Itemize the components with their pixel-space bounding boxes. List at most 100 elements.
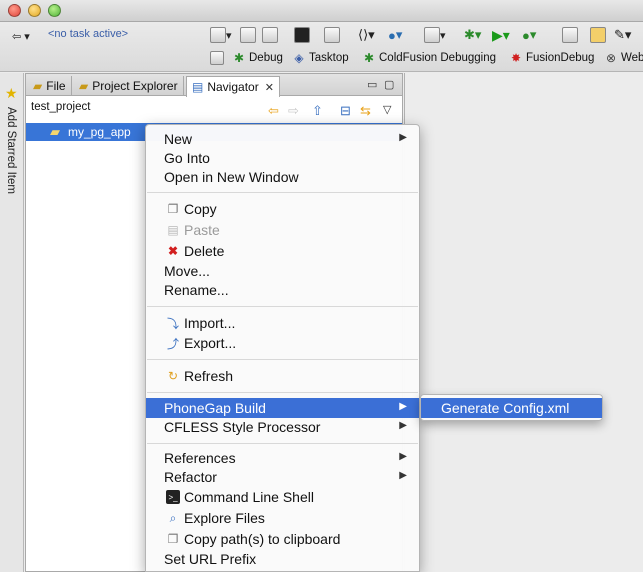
menu-item-phonegap-build[interactable]: PhoneGap Build ▶	[146, 398, 419, 418]
add-starred-item-label[interactable]: Add Starred Item	[5, 107, 17, 194]
close-tab-icon[interactable]: ✕	[265, 81, 274, 94]
task-repo-button[interactable]	[562, 26, 578, 44]
open-perspective-button[interactable]	[210, 51, 227, 65]
folder-icon: ▰	[50, 124, 60, 139]
tab-project-explorer[interactable]: ▰ Project Explorer	[74, 76, 184, 96]
run-button[interactable]: ▶ ▾	[492, 26, 510, 44]
menu-item-go-into[interactable]: Go Into	[146, 148, 419, 168]
menu-item-generate-config[interactable]: Generate Config.xml	[421, 398, 602, 418]
close-window-button[interactable]	[8, 4, 21, 17]
project-explorer-icon: ▰	[79, 79, 89, 93]
bug-icon: ✱	[363, 51, 375, 65]
cf-icon	[294, 27, 310, 43]
collapse-all-icon[interactable]: ⊟	[340, 103, 351, 119]
run-icon: ▶	[492, 26, 503, 43]
zoom-window-button[interactable]	[48, 4, 61, 17]
menu-item-label: Open in New Window	[164, 169, 299, 185]
main-toolbar: ⇦ ▾ <no task active> ▾ ⟨⟩ ▾ ● ▾ ▾ ✱ ▾ ▶ ▾ ● ▾…	[0, 22, 643, 72]
external-tools-button[interactable]: ● ▾	[522, 26, 536, 44]
perspective-label: ColdFusion Debugging	[379, 52, 496, 64]
open-folder-button[interactable]	[590, 26, 606, 44]
web-icon: ⊗	[605, 51, 617, 65]
menu-item-label: Refresh	[184, 368, 234, 384]
code-nav-button[interactable]: ⟨⟩ ▾	[358, 26, 375, 44]
menu-item-label: Command Line Shell	[184, 489, 314, 505]
menu-separator	[147, 443, 418, 444]
globe-icon: ●	[388, 27, 396, 43]
copy-icon: ❐	[167, 202, 179, 216]
perspective-fusiondebug[interactable]: ✸ FusionDebug	[509, 51, 594, 65]
maximize-view-button[interactable]: ▢	[384, 78, 394, 91]
menu-item-cfless-style-processor[interactable]: CFLESS Style Processor ▶	[146, 417, 419, 437]
menu-separator	[147, 359, 418, 360]
menu-item-label: Copy path(s) to clipboard	[184, 531, 341, 547]
pencil-icon: ✎	[614, 27, 625, 42]
task-repo-icon	[562, 27, 578, 43]
menu-item-label: PhoneGap Build	[164, 400, 266, 416]
starred-sidebar: ★ Add Starred Item	[0, 73, 24, 572]
forward-icon[interactable]: ⇨	[288, 103, 299, 119]
menu-item-export[interactable]: ⤴ Export...	[146, 333, 419, 353]
layers-button[interactable]: ▾	[424, 26, 446, 44]
menu-item-set-url-prefix[interactable]: Set URL Prefix	[146, 549, 419, 569]
perspective-label: Debug	[249, 52, 283, 64]
browser-button[interactable]	[324, 26, 340, 44]
save-icon	[240, 27, 256, 43]
perspective-switch-button[interactable]: ✎ ▾	[614, 26, 631, 44]
perspective-label: FusionDebug	[526, 52, 595, 64]
globe-button[interactable]: ● ▾	[388, 26, 402, 44]
menu-item-copy-path[interactable]: ❐ Copy path(s) to clipboard	[146, 529, 419, 549]
debug-run-button[interactable]: ✱ ▾	[464, 26, 481, 44]
tab-file[interactable]: ▰ File	[28, 76, 72, 96]
star-icon[interactable]: ★	[5, 85, 18, 102]
menu-separator	[147, 392, 418, 393]
explore-icon: ⌕	[169, 510, 177, 525]
link-editor-icon[interactable]: ⇆	[360, 103, 371, 119]
menu-item-refresh[interactable]: ↻ Refresh	[146, 366, 419, 386]
layers-icon	[424, 27, 440, 43]
minimize-window-button[interactable]	[28, 4, 41, 17]
perspective-tasktop[interactable]: ◈ Tasktop	[292, 51, 348, 65]
menu-item-label: Generate Config.xml	[441, 400, 570, 416]
menu-item-open-in-new-window[interactable]: Open in New Window	[146, 167, 419, 187]
menu-item-label: References	[164, 450, 236, 466]
save-button[interactable]	[240, 26, 256, 44]
menu-item-label: Copy	[184, 201, 217, 217]
submenu-arrow-icon: ▶	[399, 420, 407, 431]
menu-item-label: New	[164, 131, 193, 147]
menu-item-command-line-shell[interactable]: >_ Command Line Shell	[146, 487, 419, 507]
menu-item-delete[interactable]: ✖ Delete	[146, 241, 419, 261]
back-icon[interactable]: ⇦	[268, 103, 279, 119]
tab-label: Navigator	[207, 80, 259, 94]
menu-item-move[interactable]: Move...	[146, 261, 419, 281]
fusiondebug-icon: ✸	[510, 51, 522, 65]
tasktop-icon: ◈	[294, 51, 304, 65]
menu-separator	[147, 192, 418, 193]
tab-navigator[interactable]: ▤ Navigator ✕	[186, 76, 280, 97]
menu-item-copy[interactable]: ❐ Copy	[146, 199, 419, 219]
cf-button[interactable]	[294, 26, 310, 44]
menu-item-refactor[interactable]: Refactor ▶	[146, 467, 419, 487]
menu-item-paste[interactable]: ▤ Paste	[146, 220, 419, 240]
menu-item-label: Delete	[184, 243, 225, 259]
paste-icon: ▤	[167, 223, 179, 237]
task-nav-back-button[interactable]: ⇦ ▾	[12, 27, 30, 45]
view-menu-icon[interactable]: ▽	[383, 103, 391, 116]
perspective-debug[interactable]: ✱ Debug	[232, 51, 283, 65]
menu-item-new[interactable]: New ▶	[146, 129, 419, 149]
menu-item-explore-files[interactable]: ⌕ Explore Files	[146, 508, 419, 528]
task-context-label[interactable]: <no task active>	[48, 28, 128, 40]
menu-item-rename[interactable]: Rename...	[146, 280, 419, 300]
menu-item-import[interactable]: ⤵ Import...	[146, 313, 419, 333]
minimize-view-button[interactable]: ▭	[367, 78, 377, 91]
new-wizard-button[interactable]: ▾	[210, 26, 232, 44]
perspective-web[interactable]: ⊗ Web	[604, 51, 643, 65]
up-icon[interactable]: ⇧	[312, 103, 323, 119]
code-icon: ⟨⟩	[358, 27, 369, 42]
project-name: test_project	[31, 101, 91, 113]
menu-item-references[interactable]: References ▶	[146, 448, 419, 468]
view-tabs: ▰ File ▰ Project Explorer ▤ Navigator ✕ …	[26, 74, 402, 97]
perspective-coldfusion-debugging[interactable]: ✱ ColdFusion Debugging	[362, 51, 496, 65]
save-all-button[interactable]	[262, 26, 278, 44]
terminal-icon: >_	[166, 490, 180, 504]
